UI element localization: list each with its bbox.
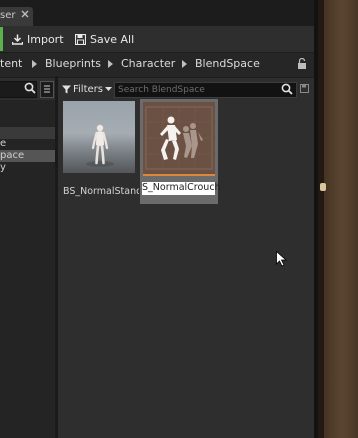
asset-type-bar	[143, 174, 215, 176]
chevron-down-icon	[104, 86, 112, 91]
list-icon	[44, 85, 50, 93]
breadcrumb-character[interactable]: Character	[121, 57, 175, 70]
asset-name: S_NormalCrouch	[142, 182, 221, 193]
lock-icon[interactable]	[297, 58, 307, 70]
blendspace-icon	[145, 106, 213, 170]
breadcrumb-arrow-icon[interactable]	[108, 60, 113, 68]
import-label: Import	[27, 32, 64, 46]
filter-icon	[62, 85, 71, 93]
tree-item[interactable]: y	[0, 162, 6, 173]
asset-search-field[interactable]	[114, 82, 297, 98]
add-new-button[interactable]	[0, 27, 3, 51]
viewport-object	[320, 183, 326, 191]
save-all-button[interactable]: Save All	[75, 31, 134, 47]
search-icon[interactable]	[281, 83, 293, 95]
import-icon	[12, 34, 23, 45]
asset-thumbnail	[63, 101, 135, 173]
asset-name: BS_NormalStand	[63, 186, 139, 197]
tab-strip	[0, 0, 318, 26]
tree-header	[0, 127, 55, 139]
filters-label: Filters	[73, 83, 103, 95]
breadcrumb-blendspace[interactable]: BlendSpace	[195, 57, 260, 70]
panel-splitter[interactable]	[55, 76, 58, 438]
asset-rename-field[interactable]: S_NormalCrouch	[142, 182, 221, 195]
asset-tile-bs-normalstand[interactable]: BS_NormalStand	[63, 101, 139, 204]
save-icon	[75, 33, 86, 45]
character-mannequin-icon	[86, 124, 114, 167]
tree-item[interactable]: e	[0, 138, 6, 149]
search-icon	[24, 82, 36, 94]
asset-search-input[interactable]	[118, 83, 268, 97]
save-search-icon[interactable]	[300, 84, 309, 93]
breadcrumb-blueprints[interactable]: Blueprints	[45, 57, 101, 70]
breadcrumb-arrow-icon[interactable]	[182, 60, 187, 68]
import-button[interactable]: Import	[12, 31, 64, 47]
breadcrumb-arrow-icon[interactable]	[32, 60, 37, 68]
save-all-label: Save All	[90, 32, 135, 46]
close-icon[interactable]	[19, 8, 31, 20]
viewport-shadow	[318, 0, 324, 438]
view-options-button[interactable]	[40, 81, 54, 98]
mouse-cursor-icon	[276, 251, 287, 267]
tab-content-browser[interactable]: ser	[0, 7, 33, 26]
breadcrumb-content[interactable]: tent	[0, 57, 22, 70]
asset-thumbnail	[143, 102, 215, 174]
level-viewport[interactable]	[318, 0, 358, 438]
filters-button[interactable]: Filters	[62, 82, 112, 96]
tab-label: ser	[0, 10, 16, 21]
tree-item-blendspace[interactable]: pace	[0, 150, 24, 161]
asset-tile-bs-normalcrouch[interactable]: S_NormalCrouch	[140, 99, 221, 204]
